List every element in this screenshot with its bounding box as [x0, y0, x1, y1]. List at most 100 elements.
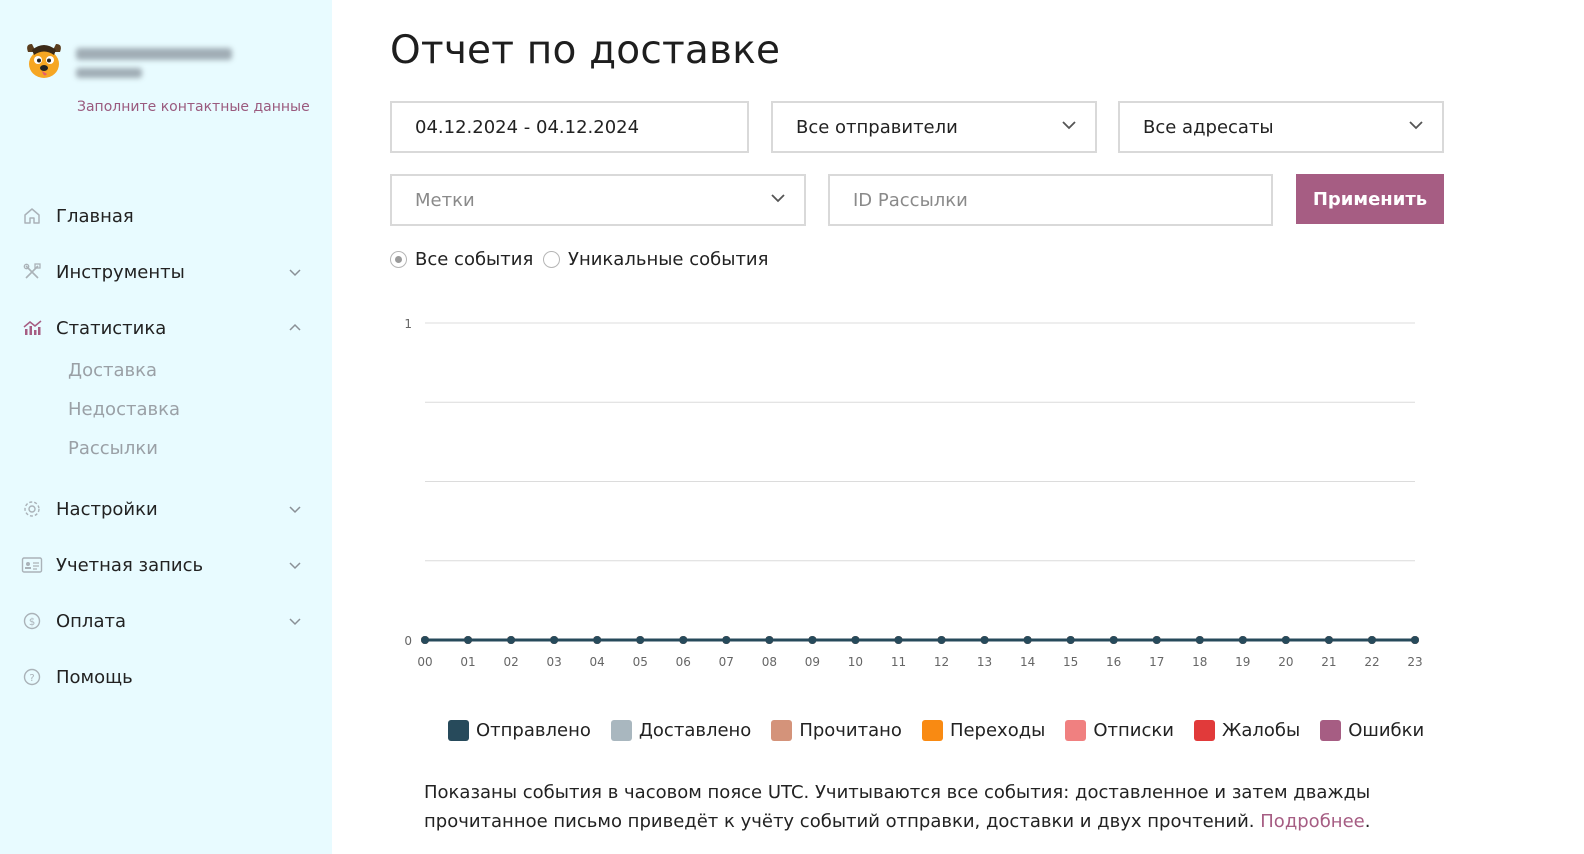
data-point [1195, 636, 1204, 644]
legend-item[interactable]: Прочитано [771, 720, 902, 741]
coin-icon: $ [20, 609, 44, 633]
legend-label: Отправлено [476, 720, 591, 741]
x-tick-label: 04 [590, 655, 605, 669]
data-point [1281, 636, 1290, 644]
sidebar-item-label: Статистика [56, 317, 167, 339]
chevron-down-icon [286, 263, 304, 281]
legend-swatch [448, 720, 469, 741]
sidebar-item-label: Инструменты [56, 261, 185, 283]
chevron-down-icon [286, 556, 304, 574]
sidebar-item-label: Учетная запись [56, 554, 204, 576]
chevron-down-icon [286, 500, 304, 518]
timezone-note: Показаны события в часовом поясе UTC. Уч… [424, 778, 1434, 836]
more-info-link[interactable]: Подробнее [1260, 811, 1364, 832]
data-point [1324, 636, 1333, 644]
data-point [421, 636, 429, 644]
x-tick-label: 20 [1278, 655, 1293, 669]
legend-swatch [1065, 720, 1087, 741]
legend-item[interactable]: Отписки [1065, 720, 1174, 741]
tags-placeholder: Метки [415, 189, 475, 211]
legend-item[interactable]: Переходы [921, 720, 1046, 741]
x-tick-label: 12 [934, 655, 949, 669]
x-tick-label: 02 [503, 655, 518, 669]
chevron-down-icon [1062, 121, 1076, 130]
legend-swatch [1193, 720, 1215, 741]
tags-select[interactable]: Метки [390, 174, 806, 226]
user-profile[interactable] [22, 38, 312, 88]
legend-label: Переходы [949, 720, 1046, 741]
sidebar-item-payment[interactable]: $ Оплата [20, 606, 310, 636]
x-tick-label: 07 [719, 655, 734, 669]
user-id-blurred [76, 68, 142, 78]
apply-button[interactable]: Применить [1296, 174, 1444, 224]
chevron-down-icon [1409, 121, 1423, 130]
legend-label: Отписки [1093, 720, 1174, 741]
legend-item[interactable]: Жалобы [1193, 720, 1300, 741]
recipients-select[interactable]: Все адресаты [1118, 101, 1444, 153]
fill-contact-data-link[interactable]: Заполните контактные данные [77, 99, 310, 115]
chart-legend: Отправлено Доставлено Прочитано Переходы Отп… [448, 720, 1444, 741]
dog-logo-icon [27, 44, 61, 78]
data-point [980, 636, 989, 644]
radio-unique-events-label: Уникальные события [568, 249, 769, 270]
sidebar-item-statistics[interactable]: Статистика [20, 313, 310, 343]
legend-item[interactable]: Доставлено [610, 720, 752, 741]
page-title: Отчет по доставке [390, 28, 781, 73]
x-tick-label: 09 [805, 655, 820, 669]
legend-item[interactable]: Отправлено [448, 720, 591, 741]
legend-item[interactable]: Ошибки [1320, 720, 1424, 741]
mailing-id-input[interactable]: ID Рассылки [828, 174, 1273, 226]
recipients-value: Все адресаты [1143, 116, 1274, 138]
date-range-input[interactable]: 04.12.2024 - 04.12.2024 [390, 101, 749, 153]
data-point [1238, 636, 1247, 644]
data-point [1066, 636, 1075, 644]
x-tick-label: 21 [1321, 655, 1336, 669]
data-point [593, 636, 602, 644]
x-tick-label: 17 [1149, 655, 1164, 669]
data-point [765, 636, 774, 644]
data-point [1023, 636, 1032, 644]
data-point [937, 636, 946, 644]
sidebar-item-help[interactable]: ? Помощь [20, 662, 310, 692]
data-point [1152, 636, 1161, 644]
legend-label: Прочитано [799, 720, 902, 741]
data-point [679, 636, 688, 644]
home-icon [20, 204, 44, 228]
mailing-id-placeholder: ID Рассылки [853, 189, 968, 211]
svg-text:$: $ [29, 617, 35, 628]
help-icon: ? [20, 665, 44, 689]
sidebar-subitem-undelivered[interactable]: Недоставка [68, 399, 180, 420]
sidebar: Заполните контактные данные Главная Инст… [0, 0, 332, 854]
sidebar-item-account[interactable]: Учетная запись [20, 550, 310, 580]
id-card-icon [20, 553, 44, 577]
senders-select[interactable]: Все отправители [771, 101, 1097, 153]
sidebar-subitem-delivery[interactable]: Доставка [68, 360, 157, 381]
x-tick-label: 11 [891, 655, 906, 669]
chevron-down-icon [771, 194, 785, 203]
x-tick-label: 22 [1364, 655, 1379, 669]
senders-value: Все отправители [796, 116, 958, 138]
timezone-note-text: Показаны события в часовом поясе UTC. Уч… [424, 782, 1371, 832]
radio-all-events-label: Все события [415, 249, 534, 270]
date-range-value: 04.12.2024 - 04.12.2024 [415, 116, 640, 138]
y-tick-label: 0 [404, 634, 412, 648]
data-point [1109, 636, 1118, 644]
radio-unique-events[interactable]: Уникальные события [543, 249, 768, 270]
sidebar-item-tools[interactable]: Инструменты [20, 257, 310, 287]
data-point [808, 636, 817, 644]
x-tick-label: 00 [417, 655, 432, 669]
sidebar-item-label: Оплата [56, 610, 126, 632]
tools-icon [20, 260, 44, 284]
legend-label: Доставлено [638, 720, 752, 741]
data-point [1411, 636, 1419, 644]
sidebar-subitem-mailings[interactable]: Рассылки [68, 438, 158, 459]
timezone-note-end: . [1364, 811, 1371, 832]
sidebar-item-settings[interactable]: Настройки [20, 494, 310, 524]
x-tick-label: 06 [676, 655, 691, 669]
legend-swatch [610, 720, 632, 741]
stats-icon [20, 316, 44, 340]
sidebar-item-home[interactable]: Главная [20, 201, 310, 231]
sidebar-item-label: Главная [56, 205, 134, 227]
x-tick-label: 05 [633, 655, 648, 669]
radio-all-events[interactable]: Все события [390, 249, 533, 270]
